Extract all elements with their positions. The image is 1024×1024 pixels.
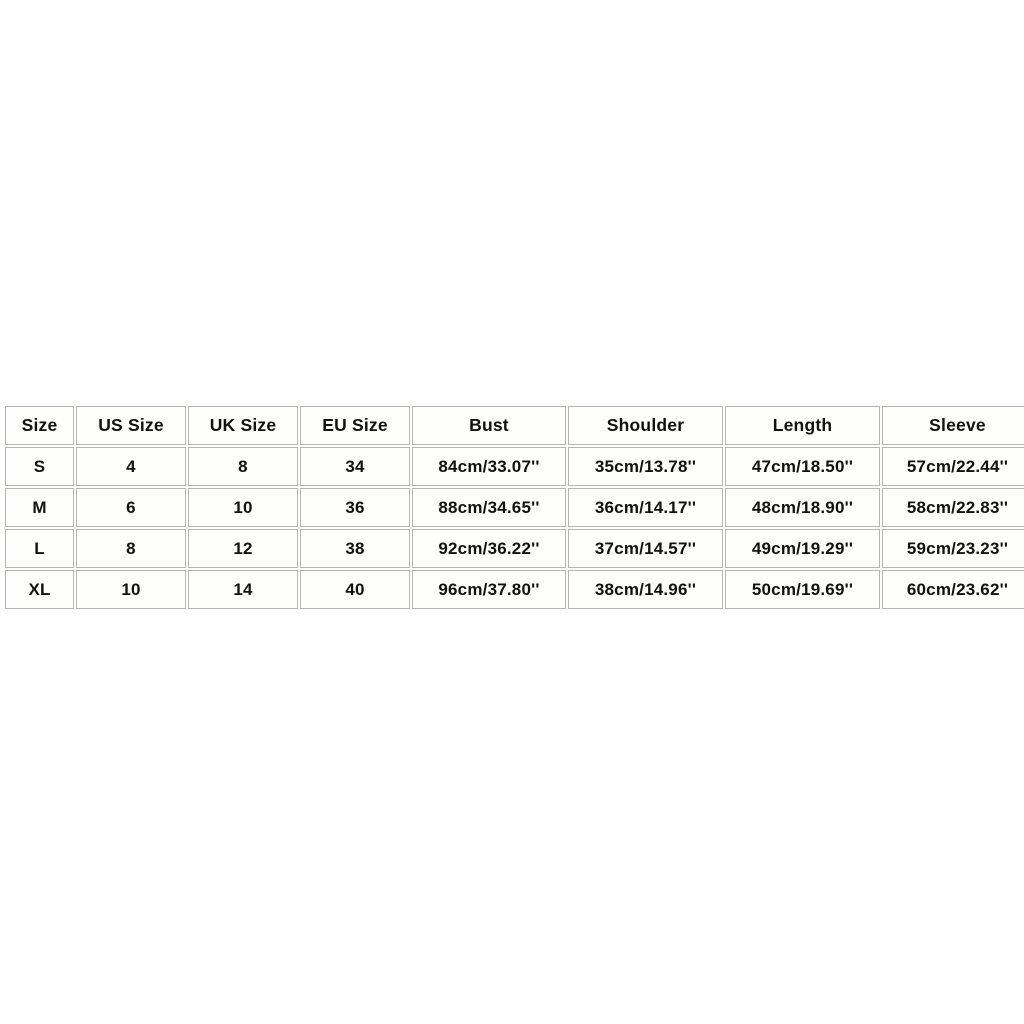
cell-shoulder: 36cm/14.17'': [568, 488, 723, 527]
cell-bust: 92cm/36.22'': [412, 529, 566, 568]
cell-size: XL: [5, 570, 74, 609]
cell-length: 49cm/19.29'': [725, 529, 880, 568]
size-chart-table: Size US Size UK Size EU Size Bust Should…: [3, 404, 1024, 611]
cell-us-size: 10: [76, 570, 186, 609]
cell-size: S: [5, 447, 74, 486]
cell-shoulder: 37cm/14.57'': [568, 529, 723, 568]
cell-us-size: 4: [76, 447, 186, 486]
cell-uk-size: 8: [188, 447, 298, 486]
cell-us-size: 8: [76, 529, 186, 568]
column-header-eu-size: EU Size: [300, 406, 410, 445]
cell-bust: 96cm/37.80'': [412, 570, 566, 609]
cell-eu-size: 40: [300, 570, 410, 609]
cell-size: M: [5, 488, 74, 527]
cell-shoulder: 38cm/14.96'': [568, 570, 723, 609]
table-header: Size US Size UK Size EU Size Bust Should…: [5, 406, 1024, 445]
column-header-us-size: US Size: [76, 406, 186, 445]
cell-uk-size: 14: [188, 570, 298, 609]
cell-eu-size: 38: [300, 529, 410, 568]
column-header-length: Length: [725, 406, 880, 445]
cell-length: 47cm/18.50'': [725, 447, 880, 486]
cell-sleeve: 60cm/23.62'': [882, 570, 1024, 609]
cell-shoulder: 35cm/13.78'': [568, 447, 723, 486]
cell-eu-size: 34: [300, 447, 410, 486]
cell-eu-size: 36: [300, 488, 410, 527]
table-header-row: Size US Size UK Size EU Size Bust Should…: [5, 406, 1024, 445]
cell-uk-size: 10: [188, 488, 298, 527]
column-header-size: Size: [5, 406, 74, 445]
cell-length: 50cm/19.69'': [725, 570, 880, 609]
table-row: XL 10 14 40 96cm/37.80'' 38cm/14.96'' 50…: [5, 570, 1024, 609]
cell-sleeve: 58cm/22.83'': [882, 488, 1024, 527]
column-header-bust: Bust: [412, 406, 566, 445]
cell-size: L: [5, 529, 74, 568]
table-row: L 8 12 38 92cm/36.22'' 37cm/14.57'' 49cm…: [5, 529, 1024, 568]
size-chart-container: Size US Size UK Size EU Size Bust Should…: [3, 404, 1024, 611]
table-row: M 6 10 36 88cm/34.65'' 36cm/14.17'' 48cm…: [5, 488, 1024, 527]
cell-us-size: 6: [76, 488, 186, 527]
column-header-uk-size: UK Size: [188, 406, 298, 445]
cell-sleeve: 59cm/23.23'': [882, 529, 1024, 568]
cell-uk-size: 12: [188, 529, 298, 568]
column-header-sleeve: Sleeve: [882, 406, 1024, 445]
cell-bust: 88cm/34.65'': [412, 488, 566, 527]
cell-length: 48cm/18.90'': [725, 488, 880, 527]
table-row: S 4 8 34 84cm/33.07'' 35cm/13.78'' 47cm/…: [5, 447, 1024, 486]
cell-bust: 84cm/33.07'': [412, 447, 566, 486]
table-body: S 4 8 34 84cm/33.07'' 35cm/13.78'' 47cm/…: [5, 447, 1024, 609]
column-header-shoulder: Shoulder: [568, 406, 723, 445]
cell-sleeve: 57cm/22.44'': [882, 447, 1024, 486]
